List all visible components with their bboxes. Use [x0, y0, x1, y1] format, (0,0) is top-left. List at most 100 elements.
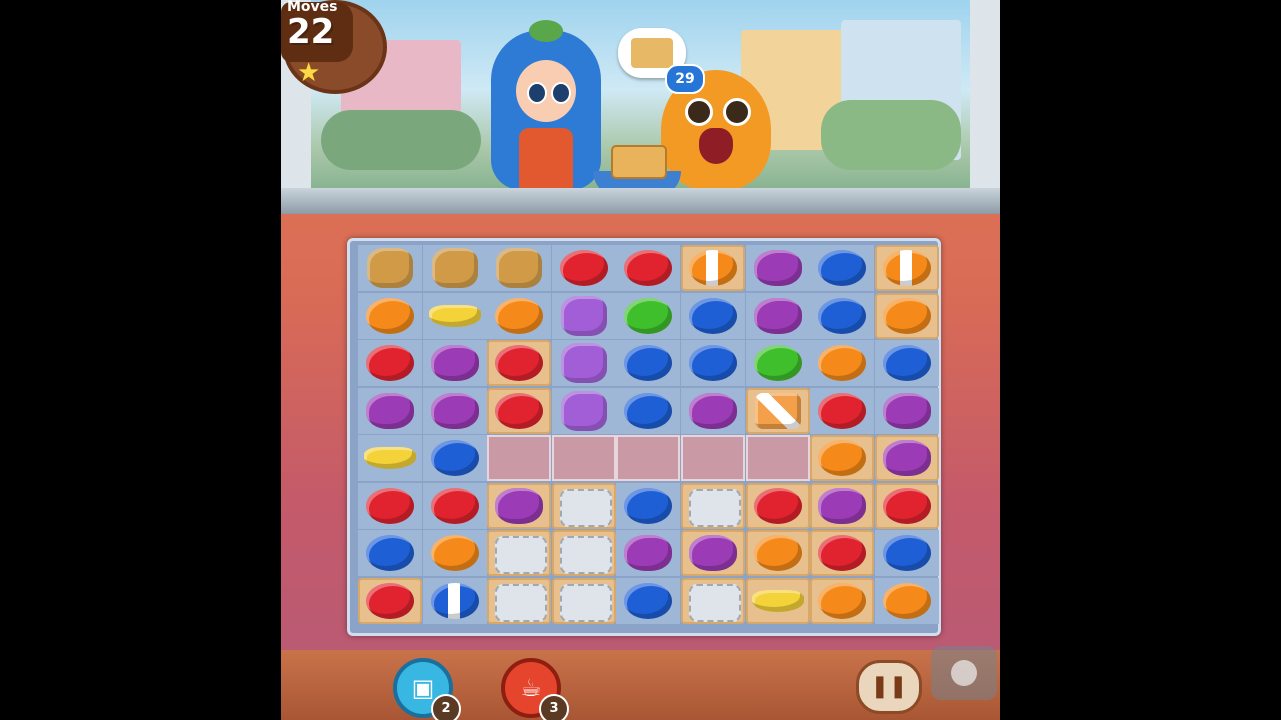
board-cell[interactable] — [616, 387, 681, 434]
board-cell[interactable] — [422, 482, 487, 529]
board-cell[interactable] — [487, 340, 552, 386]
apple-booster-button[interactable]: ▣ 2 — [393, 658, 461, 720]
board-cell[interactable] — [422, 577, 487, 624]
board-cell[interactable] — [681, 292, 745, 339]
board-cell[interactable] — [616, 530, 681, 576]
board-cell[interactable] — [810, 482, 875, 529]
board-cell[interactable] — [681, 577, 745, 624]
blueberry-piece — [818, 250, 867, 286]
board-cell[interactable] — [422, 387, 487, 434]
shop-scene: 29 — [281, 0, 1000, 200]
board-cell[interactable] — [810, 387, 875, 434]
board-cell[interactable] — [551, 530, 616, 576]
board-cell[interactable] — [422, 435, 487, 481]
board-cell[interactable] — [358, 292, 422, 339]
board-cell[interactable] — [551, 482, 616, 529]
board-cell[interactable] — [358, 435, 422, 481]
board-cell[interactable] — [810, 340, 875, 386]
board-cell[interactable] — [487, 292, 552, 339]
orange-piece — [818, 345, 867, 381]
booster-count: 3 — [539, 694, 569, 720]
board-cell[interactable] — [874, 387, 939, 434]
board-cell[interactable] — [358, 387, 422, 434]
board-cell[interactable] — [487, 530, 552, 576]
board-cell[interactable] — [874, 435, 939, 481]
moves-value: 22 — [287, 12, 335, 52]
board-cell[interactable] — [551, 245, 616, 291]
board-cell[interactable] — [810, 435, 875, 481]
board-cell[interactable] — [745, 577, 810, 624]
board-cell[interactable] — [487, 482, 552, 529]
blueberry-piece — [818, 297, 867, 334]
board-cell[interactable] — [745, 245, 810, 291]
pause-button[interactable]: ❚❚ — [856, 660, 922, 714]
orange-bomb-piece — [754, 392, 801, 429]
board-cell[interactable] — [874, 482, 939, 529]
board-cell[interactable] — [681, 340, 745, 386]
orange-piece — [366, 297, 414, 334]
board-cell[interactable] — [681, 387, 745, 434]
board-cell[interactable] — [358, 482, 422, 529]
blueberry-piece — [624, 582, 673, 619]
board-cell[interactable] — [745, 530, 810, 576]
grape-piece — [753, 250, 802, 286]
blueberry-piece — [689, 297, 737, 334]
board-cell[interactable] — [874, 530, 939, 576]
strawberry-piece — [495, 345, 544, 381]
star-icon: ★ — [297, 58, 321, 88]
board-cell[interactable] — [358, 245, 422, 291]
board-cell[interactable] — [681, 482, 745, 529]
grape-piece — [430, 345, 479, 381]
orange-piece — [882, 297, 931, 334]
board-cell[interactable] — [422, 340, 487, 386]
grape-piece — [495, 487, 544, 524]
board-cell[interactable] — [616, 292, 681, 339]
board-cell[interactable] — [616, 482, 681, 529]
board-cell[interactable] — [874, 577, 939, 624]
board-cell[interactable] — [422, 530, 487, 576]
board-cell[interactable] — [745, 482, 810, 529]
board-cell[interactable] — [551, 387, 616, 434]
board-cell[interactable] — [487, 577, 552, 624]
board-cell[interactable] — [551, 340, 616, 386]
board-cell[interactable] — [681, 245, 745, 291]
board-cell[interactable] — [358, 577, 422, 624]
board-cell[interactable] — [745, 340, 810, 386]
basket-blocker — [689, 583, 741, 622]
board-cell[interactable] — [616, 577, 681, 624]
board-cell[interactable] — [487, 245, 552, 291]
grape-piece — [689, 535, 737, 571]
assistive-touch-button[interactable] — [931, 646, 997, 700]
blueberry-piece — [624, 345, 673, 381]
board-cell[interactable] — [616, 245, 681, 291]
board-cell[interactable] — [745, 387, 810, 434]
board-cell[interactable] — [487, 387, 552, 434]
board-cell[interactable] — [810, 530, 875, 576]
game-board[interactable] — [347, 238, 941, 636]
orange-piece — [495, 297, 544, 334]
board-cell[interactable] — [358, 530, 422, 576]
board-cell[interactable] — [874, 245, 939, 291]
board-cell[interactable] — [358, 340, 422, 386]
board-cell[interactable] — [616, 340, 681, 386]
board-cell[interactable] — [422, 245, 487, 291]
board-cell[interactable] — [810, 245, 875, 291]
grape-piece — [753, 297, 802, 334]
board-cell[interactable] — [810, 292, 875, 339]
purple-burst-piece — [560, 343, 607, 383]
board-cell[interactable] — [874, 340, 939, 386]
board-cell[interactable] — [551, 292, 616, 339]
board-cell[interactable] — [551, 577, 616, 624]
board-cell[interactable] — [422, 292, 487, 339]
banana-piece — [428, 304, 481, 327]
teapot-booster-button[interactable]: ☕ 3 — [501, 658, 569, 720]
board-cell[interactable] — [745, 292, 810, 339]
strawberry-piece — [495, 392, 544, 429]
strawberry-piece — [366, 345, 414, 381]
cookie-burst-piece — [431, 248, 478, 288]
board-cell[interactable] — [810, 577, 875, 624]
board-cell[interactable] — [874, 292, 939, 339]
board-cell[interactable] — [681, 530, 745, 576]
cookie-burst-piece — [367, 248, 413, 288]
strawberry-piece — [430, 487, 479, 524]
